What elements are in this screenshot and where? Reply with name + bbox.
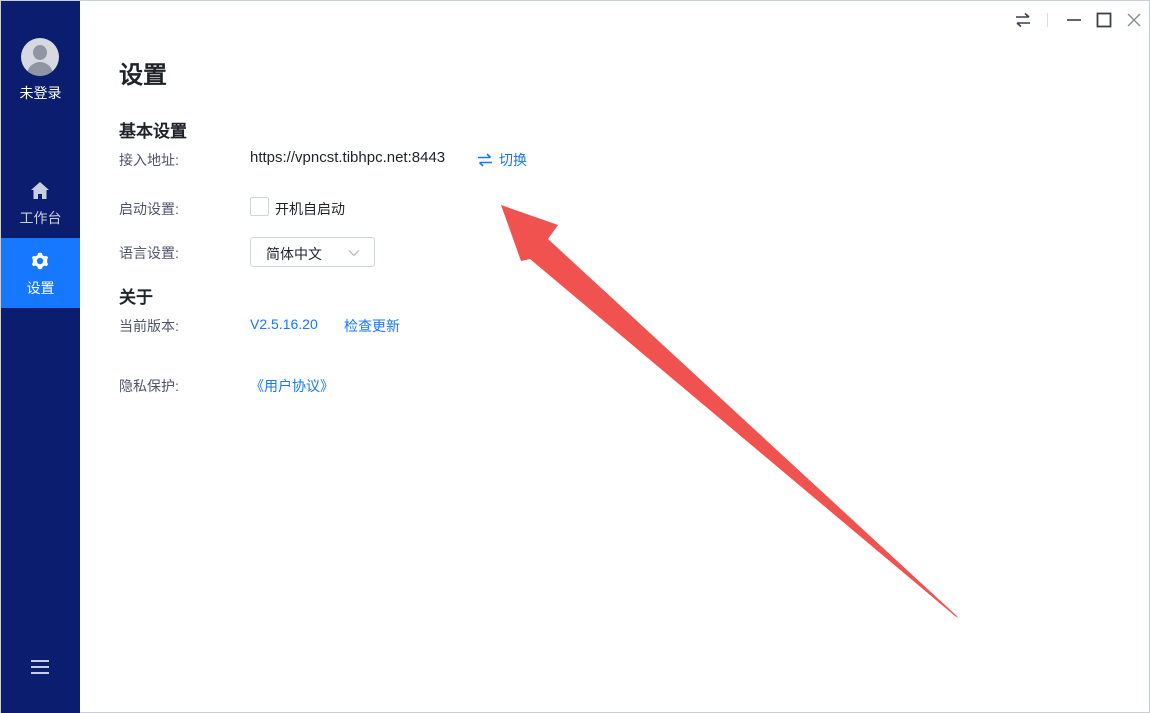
app-window: 未登录 工作台 设置 设置 基本设置 接入地址: https://vpncst.…: [0, 0, 1150, 713]
avatar-body: [27, 62, 53, 76]
switch-mode-button[interactable]: [1011, 10, 1035, 30]
sidebar-item-label: 设置: [26, 280, 55, 296]
annotation-arrow: [501, 205, 959, 618]
minimize-button[interactable]: [1063, 10, 1085, 30]
maximize-icon: [1096, 12, 1112, 28]
switch-address-label: 切换: [499, 152, 527, 168]
switch-address-link[interactable]: 切换: [477, 150, 527, 170]
minimize-icon: [1067, 19, 1081, 21]
sidebar-item-workbench[interactable]: 工作台: [1, 168, 80, 238]
chevron-down-icon: [348, 250, 360, 257]
titlebar-divider: [1047, 13, 1048, 27]
access-address-label: 接入地址:: [119, 152, 179, 168]
privacy-protection-label: 隐私保护:: [119, 378, 179, 394]
page-title: 设置: [119, 62, 167, 89]
startup-settings-label: 启动设置:: [119, 201, 179, 217]
basic-settings-heading: 基本设置: [119, 122, 187, 141]
avatar-head: [33, 45, 47, 60]
current-version-value: V2.5.16.20: [250, 316, 318, 332]
close-icon: [1127, 13, 1141, 27]
language-select-value: 简体中文: [266, 246, 322, 262]
current-version-label: 当前版本:: [119, 318, 179, 334]
check-update-link[interactable]: 检查更新: [344, 316, 400, 336]
close-button[interactable]: [1123, 10, 1145, 30]
sidebar-item-label: 工作台: [19, 210, 62, 226]
sidebar: 未登录 工作台 设置: [1, 1, 80, 713]
language-settings-label: 语言设置:: [119, 245, 179, 261]
gear-icon: [32, 252, 48, 270]
access-address-value: https://vpncst.tibhpc.net:8443: [250, 149, 446, 166]
user-agreement-link[interactable]: 《用户协议》: [250, 376, 334, 396]
about-heading: 关于: [119, 288, 153, 307]
annotation-arrow-shape: [501, 205, 959, 618]
maximize-button[interactable]: [1093, 10, 1115, 30]
auto-start-label[interactable]: 开机自启动: [275, 199, 345, 219]
hamburger-menu-icon[interactable]: [30, 658, 50, 676]
switch-arrows-icon: [478, 153, 492, 167]
user-login-status[interactable]: 未登录: [1, 83, 80, 103]
auto-start-checkbox[interactable]: [250, 197, 269, 216]
switch-arrows-icon: [1016, 12, 1030, 28]
avatar[interactable]: [21, 38, 59, 76]
language-select[interactable]: 简体中文: [250, 237, 375, 267]
sidebar-item-settings[interactable]: 设置: [1, 238, 80, 308]
home-icon: [31, 182, 49, 199]
